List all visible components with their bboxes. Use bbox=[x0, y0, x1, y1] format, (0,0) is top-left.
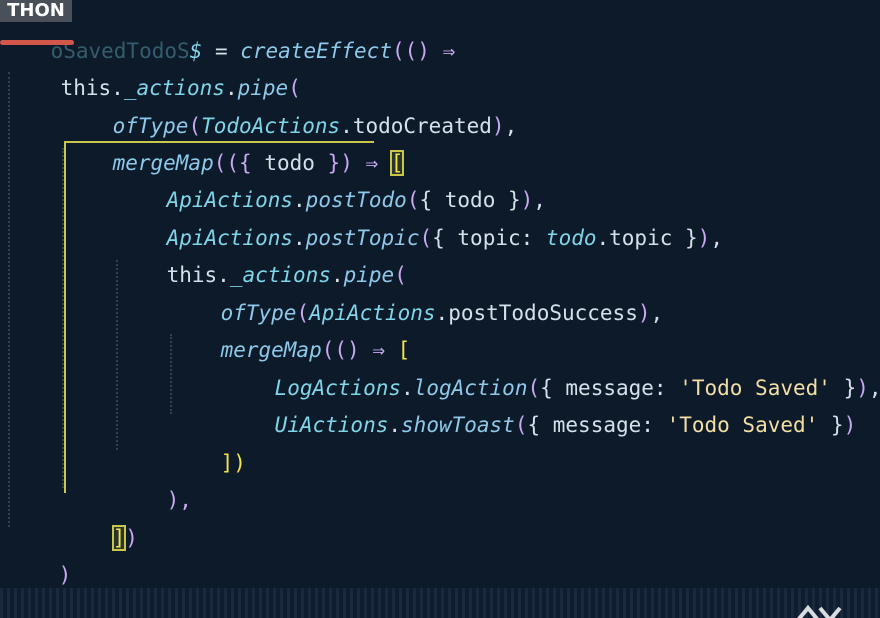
code-line-13[interactable]: ), bbox=[116, 443, 192, 512]
code-line-15[interactable]: ) bbox=[8, 518, 72, 587]
code-line-2[interactable]: this._actions.pipe( bbox=[10, 31, 301, 100]
token-paren: ( bbox=[419, 226, 433, 250]
token-punct: , bbox=[710, 226, 723, 250]
code-editor[interactable]: oSavedTodoS$ = createEffect(() ⇒ this._a… bbox=[0, 0, 880, 618]
token-paren: ) bbox=[491, 114, 505, 138]
code-line-11[interactable]: UiActions.showToast({ message: 'Todo Sav… bbox=[224, 368, 857, 437]
code-line-7[interactable]: this._actions.pipe( bbox=[116, 218, 407, 287]
token-arrow: ⇒ bbox=[429, 39, 456, 63]
token-dot: . bbox=[435, 301, 449, 325]
code-line-9[interactable]: mergeMap(() ⇒ [ bbox=[170, 293, 411, 362]
code-line-6[interactable]: ApiActions.postTopic({ topic: todo.topic… bbox=[116, 181, 723, 250]
token-object: } bbox=[818, 413, 844, 437]
token-paren: ) bbox=[637, 301, 651, 325]
code-line-8[interactable]: ofType(ApiActions.postTodoSuccess), bbox=[170, 256, 664, 325]
token-paren: ( bbox=[514, 413, 528, 437]
code-line-4[interactable]: mergeMap(({ todo }) ⇒ [ bbox=[62, 106, 405, 176]
token-paren: ) bbox=[58, 563, 72, 587]
token-punct: , bbox=[504, 114, 518, 138]
token-paren: ), bbox=[166, 488, 192, 512]
token-punct: , bbox=[650, 301, 664, 325]
token-paren: () bbox=[404, 39, 430, 63]
token-member: postTodoSuccess bbox=[448, 301, 638, 325]
token-string: 'Todo Saved' bbox=[666, 413, 819, 437]
token-paren: ) bbox=[125, 526, 138, 550]
token-dot: . bbox=[388, 413, 402, 437]
token-object: { message: bbox=[527, 413, 667, 437]
brand-badge: THON bbox=[0, 0, 72, 22]
footer-band bbox=[0, 588, 880, 618]
code-line-10[interactable]: LogActions.logAction({ message: 'Todo Sa… bbox=[224, 331, 880, 400]
code-line-3[interactable]: ofType(TodoActions.todoCreated), bbox=[62, 69, 518, 138]
token-variable: todo bbox=[545, 226, 597, 250]
token-class: UiActions bbox=[274, 413, 389, 437]
token-paren: ) bbox=[856, 376, 869, 400]
token-bracket: ]) bbox=[220, 451, 246, 475]
code-line-12[interactable]: ]) bbox=[170, 406, 246, 475]
code-line-14[interactable]: ]) bbox=[62, 481, 138, 551]
brand-logo-icon bbox=[797, 604, 842, 618]
token-paren: ( bbox=[391, 39, 405, 63]
token-punct: , bbox=[869, 376, 880, 400]
token-bracket-matched: ] bbox=[111, 525, 127, 551]
brand-underline bbox=[0, 40, 74, 45]
token-paren: ) bbox=[843, 413, 857, 437]
token-object: { topic: bbox=[432, 226, 546, 250]
code-line-5[interactable]: ApiActions.postTodo({ todo }), bbox=[116, 143, 546, 212]
token-function: showToast bbox=[401, 413, 515, 437]
token-paren: ) bbox=[697, 226, 711, 250]
token-object: .topic } bbox=[596, 226, 698, 250]
